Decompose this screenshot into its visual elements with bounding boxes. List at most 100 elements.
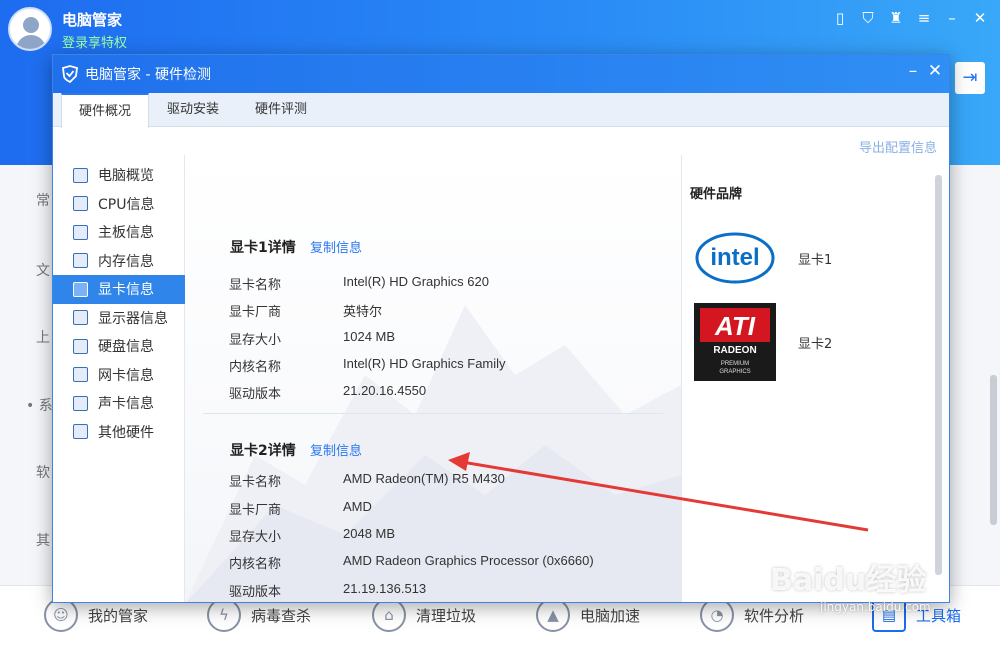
sidebar-item-label: 显卡信息 xyxy=(98,282,154,299)
disk-icon xyxy=(73,338,88,354)
baidu-watermark-url: jingyan.baidu.com xyxy=(820,600,931,614)
nav-label: 电脑加速 xyxy=(580,606,641,625)
close-icon[interactable]: ✕ xyxy=(970,8,990,28)
sidebar-item-label: 声卡信息 xyxy=(98,396,154,413)
phone-icon[interactable]: ▯ xyxy=(830,8,850,28)
row-value: 21.19.136.513 xyxy=(343,581,427,596)
sidebar-item-cpu[interactable]: CPU信息 xyxy=(53,190,185,219)
sidebar-item-network[interactable]: 网卡信息 xyxy=(53,361,185,390)
sidebar-item-label: 显示器信息 xyxy=(98,310,168,327)
sidebar-item-label: CPU信息 xyxy=(98,196,155,213)
row-value: 2048 MB xyxy=(343,526,396,541)
premium-logo-text: PREMIUM xyxy=(721,361,749,367)
menu-icon[interactable]: ≡ xyxy=(914,8,934,28)
row-value: 21.20.16.4550 xyxy=(343,383,427,398)
bg-label: 其 xyxy=(36,533,50,549)
row-key: 显存大小 xyxy=(229,333,282,348)
dialog-scrollbar[interactable] xyxy=(935,175,942,575)
bg-label: • 系 xyxy=(26,398,53,414)
network-card-icon xyxy=(73,367,88,383)
sidebar-item-gpu[interactable]: 显卡信息 xyxy=(53,275,185,304)
nav-speedup[interactable]: ▲ 电脑加速 xyxy=(536,598,640,632)
row-key: 内核名称 xyxy=(229,360,282,375)
shield-icon[interactable]: ⛉ xyxy=(858,8,878,28)
sidebar-item-monitor[interactable]: 显示器信息 xyxy=(53,304,185,333)
sidebar-item-sound[interactable]: 声卡信息 xyxy=(53,389,185,418)
gauge-icon: ◔ xyxy=(700,598,734,632)
hardware-dialog: 电脑管家 - 硬件检测 – ✕ 硬件概况 驱动安装 硬件评测 导出配置信息 电脑… xyxy=(52,54,950,603)
top-icons: ▯ ⛉ ♜ ≡ – ✕ xyxy=(830,8,990,28)
bg-label: 常 xyxy=(36,193,50,209)
row-key: 驱动版本 xyxy=(229,387,282,402)
login-link[interactable]: 登录享特权 xyxy=(62,32,127,51)
tab-hardware-benchmark[interactable]: 硬件评测 xyxy=(237,93,325,127)
memory-icon xyxy=(73,253,88,269)
nav-label: 清理垃圾 xyxy=(416,606,477,625)
sidebar-item-label: 内存信息 xyxy=(98,253,154,270)
bg-label: 上 xyxy=(36,330,50,346)
dialog-tabs: 硬件概况 驱动安装 硬件评测 xyxy=(53,93,949,128)
row-key: 显存大小 xyxy=(229,530,282,545)
sidebar-item-label: 电脑概览 xyxy=(98,168,154,185)
shield-face-icon: ☺ xyxy=(44,598,78,632)
sidebar-item-label: 硬盘信息 xyxy=(98,339,154,356)
shirt-icon[interactable]: ♜ xyxy=(886,8,906,28)
row-value: Intel(R) HD Graphics Family xyxy=(343,356,506,371)
row-value: Intel(R) HD Graphics 620 xyxy=(343,274,489,289)
dialog-minimize-icon[interactable]: – xyxy=(903,61,923,81)
nav-software[interactable]: ◔ 软件分析 xyxy=(700,598,804,632)
sidebar-item-label: 其他硬件 xyxy=(98,424,154,441)
row-value: AMD Radeon Graphics Processor (0x6660) xyxy=(343,553,594,568)
gpu1-title: 显卡1详情 xyxy=(230,240,296,256)
tab-driver-install[interactable]: 驱动安装 xyxy=(149,93,237,127)
bg-label: 软 xyxy=(36,465,50,481)
nav-label: 我的管家 xyxy=(88,606,149,625)
row-value: AMD Radeon(TM) R5 M430 xyxy=(343,471,505,486)
sidebar-item-overview[interactable]: 电脑概览 xyxy=(53,161,185,190)
lightning-icon: ϟ xyxy=(207,598,241,632)
brand-label-gpu1: 显卡1 xyxy=(798,252,833,268)
sidebar-item-label: 主板信息 xyxy=(98,225,154,242)
export-config-link[interactable]: 导出配置信息 xyxy=(859,137,937,156)
gpu1-copy-link[interactable]: 复制信息 xyxy=(310,237,362,256)
row-key: 显卡名称 xyxy=(229,278,282,293)
section-divider xyxy=(203,413,663,414)
exit-icon[interactable]: ⇥ xyxy=(955,62,985,94)
brand-row-gpu2: ATI RADEON PREMIUM GRAPHICS 显卡2 xyxy=(694,303,832,381)
nav-virus-scan[interactable]: ϟ 病毒查杀 xyxy=(207,598,311,632)
row-key: 显卡厂商 xyxy=(229,305,282,320)
row-key: 显卡厂商 xyxy=(229,503,282,518)
cpu-icon xyxy=(73,196,88,212)
gpu2-title: 显卡2详情 xyxy=(230,443,296,459)
intel-logo-text: intel xyxy=(710,244,759,271)
dialog-close-icon[interactable]: ✕ xyxy=(925,61,945,81)
brand-label-gpu2: 显卡2 xyxy=(798,336,833,352)
background-scrollbar[interactable] xyxy=(990,375,997,525)
brand-panel: 硬件品牌 intel 显卡1 ATI RADEON PREMIUM GRAPHI… xyxy=(681,155,949,602)
monitor-icon xyxy=(73,310,88,326)
avatar[interactable] xyxy=(8,7,52,51)
nav-clean[interactable]: ⌂ 清理垃圾 xyxy=(372,598,476,632)
sidebar-item-label: 网卡信息 xyxy=(98,367,154,384)
row-key: 驱动版本 xyxy=(229,585,282,600)
minimize-icon[interactable]: – xyxy=(942,8,962,28)
sidebar-item-memory[interactable]: 内存信息 xyxy=(53,247,185,276)
dialog-titlebar[interactable]: 电脑管家 - 硬件检测 – ✕ xyxy=(53,55,949,93)
sidebar-item-disk[interactable]: 硬盘信息 xyxy=(53,332,185,361)
other-hardware-icon xyxy=(73,424,88,440)
baidu-watermark: Baidu经验 xyxy=(770,563,927,598)
row-key: 显卡名称 xyxy=(229,475,282,490)
nav-my-manager[interactable]: ☺ 我的管家 xyxy=(44,598,148,632)
ati-radeon-logo-icon: ATI RADEON PREMIUM GRAPHICS xyxy=(694,303,776,381)
sidebar-item-other[interactable]: 其他硬件 xyxy=(53,418,185,447)
tab-hardware-overview[interactable]: 硬件概况 xyxy=(61,93,149,128)
row-value: 1024 MB xyxy=(343,329,396,344)
graphics-logo-text: GRAPHICS xyxy=(719,369,750,375)
nav-label: 病毒查杀 xyxy=(251,606,312,625)
document-icon xyxy=(73,167,88,183)
gpu2-copy-link[interactable]: 复制信息 xyxy=(310,440,362,459)
sound-card-icon xyxy=(73,395,88,411)
brand-title: 硬件品牌 xyxy=(690,187,743,202)
nav-label: 软件分析 xyxy=(744,606,805,625)
sidebar-item-motherboard[interactable]: 主板信息 xyxy=(53,218,185,247)
